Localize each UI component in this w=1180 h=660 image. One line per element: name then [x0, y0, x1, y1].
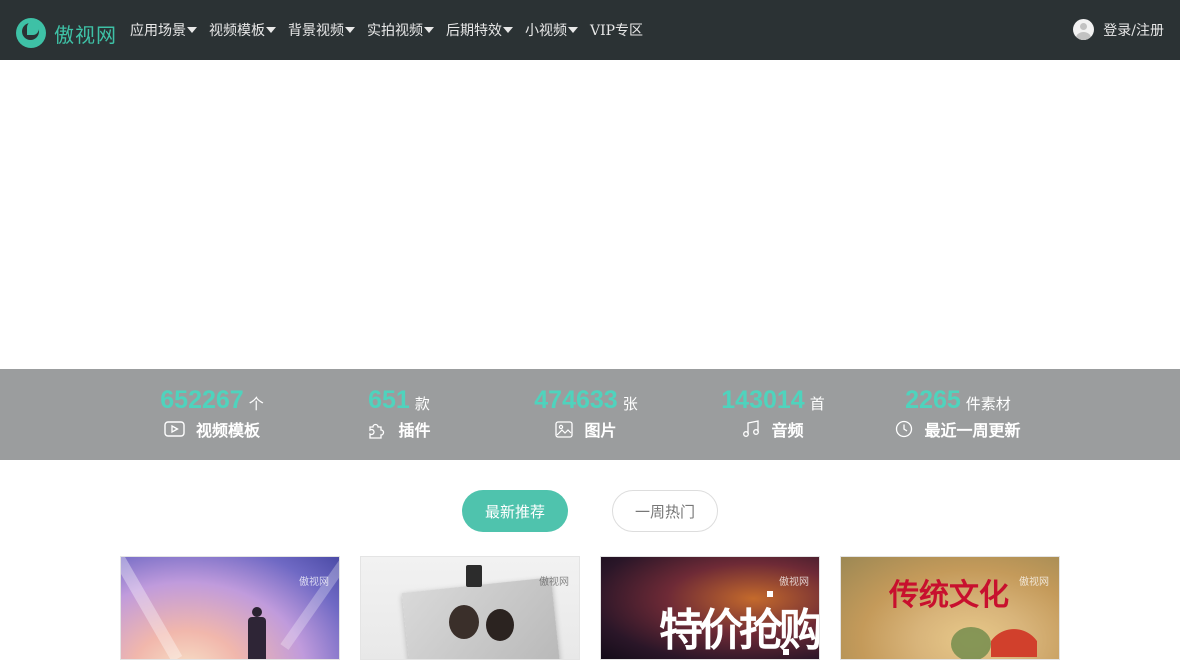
stat-weekly-updates[interactable]: 2265 件素材 最近一周更新	[868, 385, 1048, 440]
stat-unit: 个	[248, 395, 264, 413]
person-figure	[486, 609, 514, 641]
template-card[interactable]: 傲视网	[360, 556, 580, 660]
nav-label: 后期特效	[446, 23, 502, 39]
lotus-leaf	[951, 627, 991, 659]
image-icon	[555, 420, 574, 438]
logo-icon	[16, 18, 46, 48]
nav-label: 实拍视频	[367, 23, 423, 39]
main-nav: 应用场景 视频模板 背景视频 实拍视频 后期特效 小视频 VIP专区	[130, 0, 655, 60]
caret-down-icon	[266, 27, 276, 33]
nav-label: 视频模板	[209, 23, 265, 39]
template-card[interactable]: 傲视网	[120, 556, 340, 660]
overlay-text: 特价抢购	[659, 605, 819, 656]
nav-label: 背景视频	[288, 23, 344, 39]
stat-audio[interactable]: 143014 首 音频	[683, 385, 863, 440]
stat-number: 2265	[905, 386, 961, 414]
fan-icon	[991, 617, 1037, 657]
top-navigation-bar: 傲视网 应用场景 视频模板 背景视频 实拍视频 后期特效 小视频 VIP专区 登…	[0, 0, 1180, 60]
couple-photo-thumbnail: 傲视网	[361, 557, 579, 659]
watermark: 傲视网	[539, 577, 569, 588]
stat-label: 最近一周更新	[924, 421, 1021, 440]
person-figure	[449, 605, 479, 639]
stat-label: 插件	[398, 421, 431, 440]
template-card-grid: 傲视网 傲视网 特价抢购 傲视网 传统文化 傲视网	[0, 556, 1180, 660]
stat-number: 651	[368, 386, 410, 414]
content-tabs: 最新推荐 一周热门	[0, 490, 1180, 532]
photo-frame	[401, 577, 561, 659]
watermark: 傲视网	[299, 577, 329, 588]
stat-plugins[interactable]: 651 款 插件	[309, 385, 489, 440]
light-ray	[121, 557, 183, 659]
nav-item-live-footage[interactable]: 实拍视频	[367, 20, 434, 40]
puzzle-icon	[367, 419, 387, 439]
template-card[interactable]: 特价抢购 傲视网	[600, 556, 820, 660]
music-icon	[742, 420, 760, 438]
login-register-label: 登录/注册	[1103, 22, 1164, 39]
nav-label: 应用场景	[130, 23, 186, 39]
tab-latest-recommended[interactable]: 最新推荐	[462, 490, 568, 532]
tab-weekly-hot[interactable]: 一周热门	[612, 490, 718, 532]
nav-label: 小视频	[525, 23, 567, 39]
hero-banner	[0, 60, 1180, 369]
stat-label: 视频模板	[195, 421, 260, 440]
stat-unit: 件素材	[965, 395, 1011, 413]
traditional-culture-thumbnail: 传统文化 傲视网	[841, 557, 1059, 659]
user-avatar-icon	[1073, 19, 1095, 40]
overlay-text: 传统文化	[889, 578, 1009, 613]
video-icon	[164, 421, 185, 437]
nav-item-vip[interactable]: VIP专区	[590, 20, 643, 40]
stats-bar: 652267 个 视频模板 651 款 插件 474633 张 图片 14301…	[0, 369, 1180, 460]
stat-video-templates[interactable]: 652267 个 视频模板	[122, 385, 302, 440]
caret-down-icon	[345, 27, 355, 33]
clock-icon	[895, 420, 913, 438]
stat-unit: 首	[809, 395, 825, 413]
binder-clip-icon	[466, 565, 482, 587]
stat-unit: 张	[622, 395, 638, 413]
watermark: 傲视网	[779, 577, 809, 588]
nav-label: VIP专区	[590, 23, 644, 39]
nav-item-short-videos[interactable]: 小视频	[525, 20, 578, 40]
runner-sunset-thumbnail: 傲视网	[121, 557, 339, 659]
promo-text-thumbnail: 特价抢购 傲视网	[601, 557, 819, 659]
caret-down-icon	[424, 27, 434, 33]
stat-label: 图片	[584, 421, 617, 440]
stat-label: 音频	[771, 421, 804, 440]
stat-number: 474633	[534, 386, 618, 414]
runner-figure	[246, 607, 268, 659]
caret-down-icon	[568, 27, 578, 33]
stat-images[interactable]: 474633 张 图片	[496, 385, 676, 440]
site-logo[interactable]: 傲视网	[16, 18, 117, 48]
watermark: 傲视网	[1019, 577, 1049, 588]
nav-item-scenes[interactable]: 应用场景	[130, 20, 197, 40]
light-ray	[280, 557, 339, 650]
sparkle	[767, 591, 773, 597]
stat-number: 143014	[721, 386, 805, 414]
caret-down-icon	[503, 27, 513, 33]
stat-unit: 款	[414, 395, 430, 413]
login-register-link[interactable]: 登录/注册	[1073, 19, 1164, 40]
nav-item-video-templates[interactable]: 视频模板	[209, 20, 276, 40]
caret-down-icon	[187, 27, 197, 33]
stat-number: 652267	[160, 386, 244, 414]
sparkle	[783, 649, 789, 655]
template-card[interactable]: 传统文化 傲视网	[840, 556, 1060, 660]
nav-item-background-videos[interactable]: 背景视频	[288, 20, 355, 40]
logo-text: 傲视网	[54, 22, 117, 47]
nav-item-post-effects[interactable]: 后期特效	[446, 20, 513, 40]
